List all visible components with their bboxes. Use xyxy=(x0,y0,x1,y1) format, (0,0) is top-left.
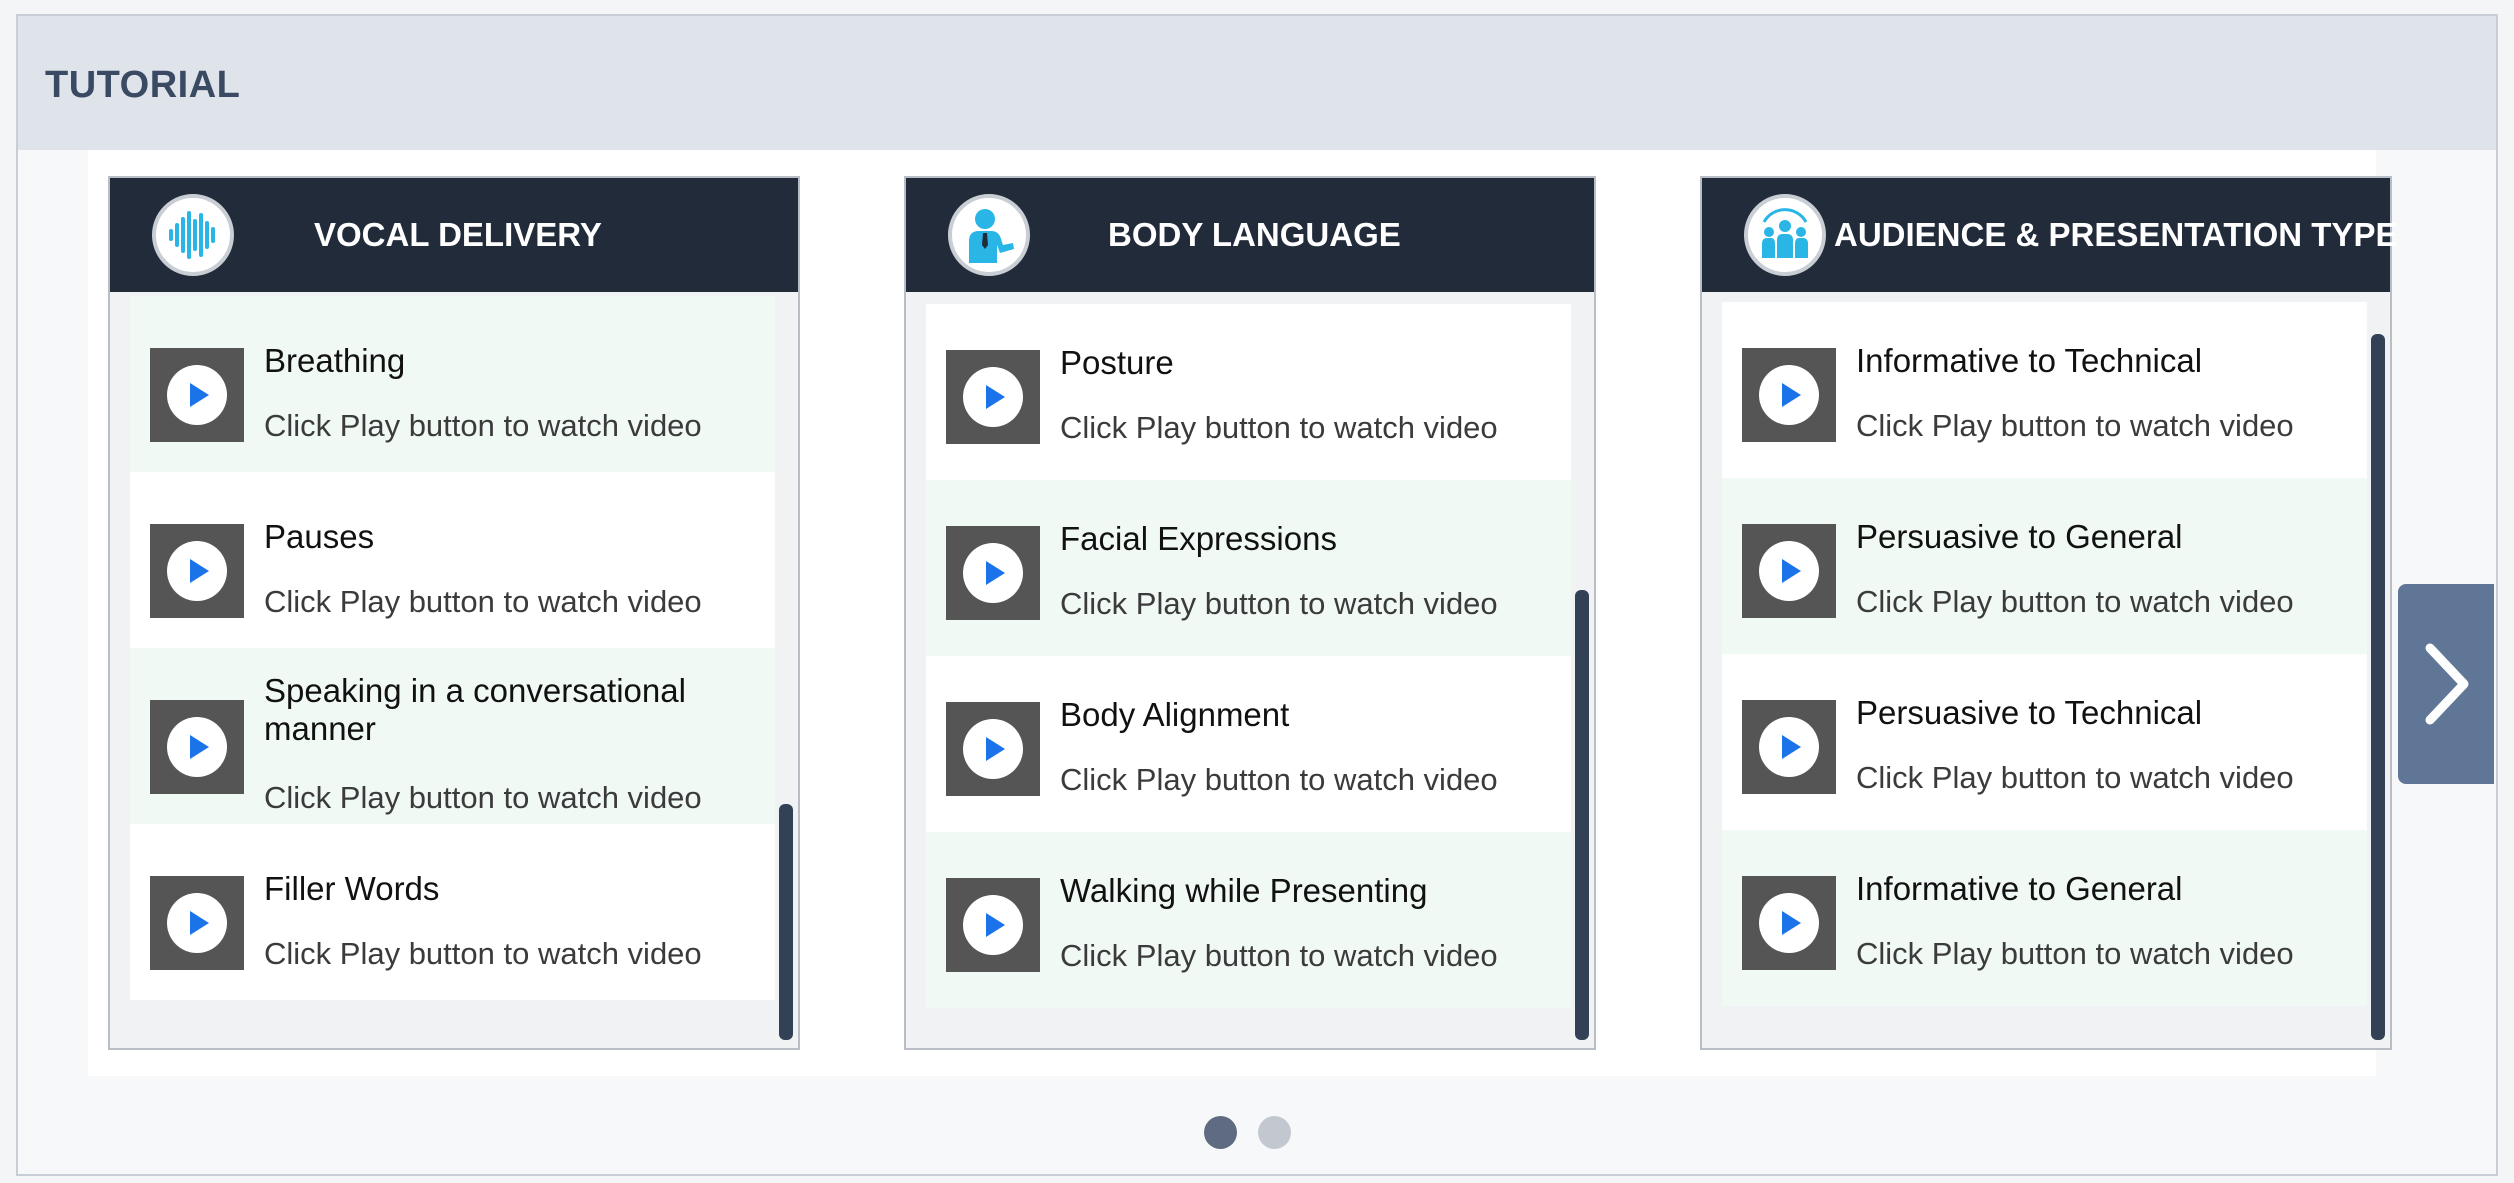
soundwave-icon xyxy=(152,194,234,276)
card-title: AUDIENCE & PRESENTATION TYPE xyxy=(1834,216,2398,253)
play-icon[interactable] xyxy=(167,893,227,953)
play-icon[interactable] xyxy=(963,367,1023,427)
play-icon[interactable] xyxy=(963,895,1023,955)
pagination-dot-1[interactable] xyxy=(1204,1116,1237,1149)
video-thumbnail[interactable] xyxy=(150,700,244,794)
video-title: Informative to Technical xyxy=(1856,342,2203,379)
video-instructions: Click Play button to watch video xyxy=(1856,936,2294,971)
card-vocal-delivery: VOCAL DELIVERY Breathing Click Play butt… xyxy=(108,176,800,1050)
video-thumbnail[interactable] xyxy=(946,350,1040,444)
video-instructions: Click Play button to watch video xyxy=(1060,410,1498,445)
video-title: Informative to General xyxy=(1856,870,2183,907)
video-item[interactable]: Filler Words Click Play button to watch … xyxy=(130,824,775,1000)
card-title: BODY LANGUAGE xyxy=(1108,216,1401,253)
video-thumbnail[interactable] xyxy=(1742,876,1836,970)
panel-header: TUTORIAL xyxy=(18,16,2496,150)
video-thumbnail[interactable] xyxy=(946,878,1040,972)
video-title: Pauses xyxy=(264,518,375,555)
video-title: Speaking in a conversational manner xyxy=(264,672,686,747)
video-instructions: Click Play button to watch video xyxy=(1856,760,2294,795)
play-icon[interactable] xyxy=(167,541,227,601)
video-title: Walking while Presenting xyxy=(1060,872,1428,909)
video-thumbnail[interactable] xyxy=(150,524,244,618)
video-instructions: Click Play button to watch video xyxy=(1060,762,1498,797)
video-title: Facial Expressions xyxy=(1060,520,1337,557)
video-thumbnail[interactable] xyxy=(150,876,244,970)
video-instructions: Click Play button to watch video xyxy=(264,584,702,619)
audience-icon xyxy=(1744,194,1826,276)
video-list: Informative to Technical Click Play butt… xyxy=(1722,292,2367,1012)
presenter-icon xyxy=(948,194,1030,276)
video-item[interactable]: Walking while Presenting Click Play butt… xyxy=(926,832,1571,1008)
video-item[interactable]: Persuasive to General Click Play button … xyxy=(1722,478,2367,654)
video-instructions: Click Play button to watch video xyxy=(264,408,702,443)
video-thumbnail[interactable] xyxy=(946,526,1040,620)
video-instructions: Click Play button to watch video xyxy=(264,780,702,815)
video-item[interactable]: Breathing Click Play button to watch vid… xyxy=(130,296,775,472)
play-icon[interactable] xyxy=(1759,365,1819,425)
video-instructions: Click Play button to watch video xyxy=(264,936,702,971)
video-thumbnail[interactable] xyxy=(946,702,1040,796)
play-icon[interactable] xyxy=(1759,717,1819,777)
card-header: BODY LANGUAGE xyxy=(906,178,1594,292)
card-header: AUDIENCE & PRESENTATION TYPE xyxy=(1702,178,2398,292)
play-icon[interactable] xyxy=(167,365,227,425)
video-title: Breathing xyxy=(264,342,406,379)
video-item[interactable]: Posture Click Play button to watch video xyxy=(926,304,1571,480)
card-audience-presentation-type: AUDIENCE & PRESENTATION TYPE Informative… xyxy=(1700,176,2398,1050)
play-icon[interactable] xyxy=(1759,541,1819,601)
video-thumbnail[interactable] xyxy=(1742,524,1836,618)
video-instructions: Click Play button to watch video xyxy=(1856,408,2294,443)
card-title: VOCAL DELIVERY xyxy=(314,216,602,253)
video-title: Filler Words xyxy=(264,870,440,907)
scrollbar-thumb[interactable] xyxy=(779,804,793,1040)
play-icon[interactable] xyxy=(167,717,227,777)
video-item[interactable]: Informative to Technical Click Play butt… xyxy=(1722,302,2367,478)
video-item[interactable]: Informative to General Click Play button… xyxy=(1722,830,2367,1006)
card-body-language: BODY LANGUAGE Posture Click Play button … xyxy=(904,176,1596,1050)
play-icon[interactable] xyxy=(963,543,1023,603)
video-title: Posture xyxy=(1060,344,1174,381)
tutorial-panel: TUTORIAL VOCAL DELIVERY Breathing Click … xyxy=(16,14,2498,1176)
video-list: Posture Click Play button to watch video… xyxy=(926,292,1571,1012)
scrollbar-thumb[interactable] xyxy=(2371,334,2385,1040)
video-instructions: Click Play button to watch video xyxy=(1060,586,1498,621)
card-header: VOCAL DELIVERY xyxy=(110,178,798,292)
video-title: Body Alignment xyxy=(1060,696,1290,733)
pagination-dot-2[interactable] xyxy=(1258,1116,1291,1149)
video-title: Persuasive to Technical xyxy=(1856,694,2203,731)
video-thumbnail[interactable] xyxy=(150,348,244,442)
video-thumbnail[interactable] xyxy=(1742,348,1836,442)
video-thumbnail[interactable] xyxy=(1742,700,1836,794)
video-instructions: Click Play button to watch video xyxy=(1060,938,1498,973)
chevron-right-icon xyxy=(2425,643,2469,725)
video-title: Persuasive to General xyxy=(1856,518,2183,555)
video-item[interactable]: Persuasive to Technical Click Play butto… xyxy=(1722,654,2367,830)
page-title: TUTORIAL xyxy=(45,64,241,106)
video-item[interactable]: Speaking in a conversational manner Clic… xyxy=(130,648,775,824)
play-icon[interactable] xyxy=(963,719,1023,779)
video-item[interactable]: Body Alignment Click Play button to watc… xyxy=(926,656,1571,832)
tutorial-carousel: VOCAL DELIVERY Breathing Click Play butt… xyxy=(88,150,2398,1076)
video-list: Breathing Click Play button to watch vid… xyxy=(130,292,775,1012)
video-item[interactable]: Facial Expressions Click Play button to … xyxy=(926,480,1571,656)
scrollbar-thumb[interactable] xyxy=(1575,590,1589,1040)
play-icon[interactable] xyxy=(1759,893,1819,953)
carousel-next-button[interactable] xyxy=(2398,584,2494,784)
video-instructions: Click Play button to watch video xyxy=(1856,584,2294,619)
video-item[interactable]: Pauses Click Play button to watch video xyxy=(130,472,775,648)
